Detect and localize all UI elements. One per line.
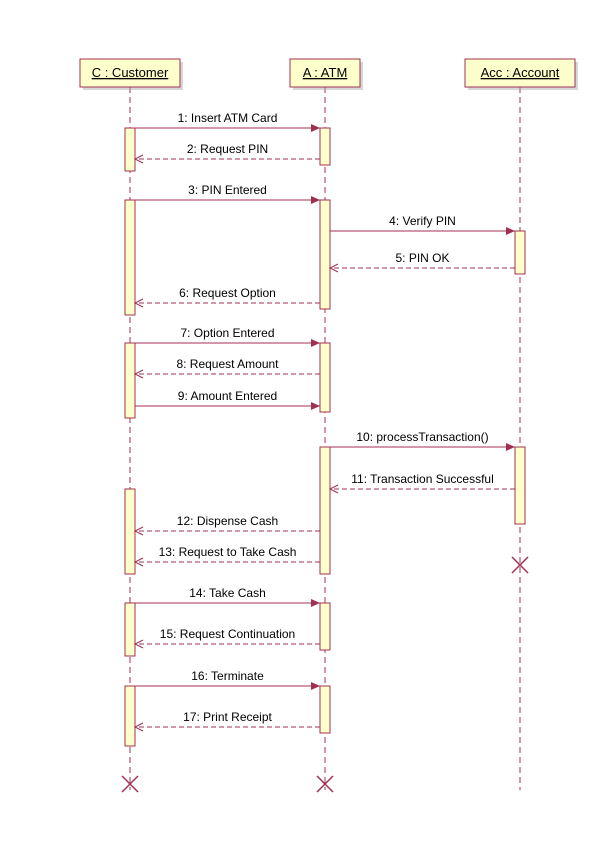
participant-label-C: C : Customer xyxy=(92,65,169,80)
message-label-16: 16: Terminate xyxy=(191,669,264,683)
message-label-4: 4: Verify PIN xyxy=(389,214,456,228)
arrowhead-16 xyxy=(311,682,320,690)
activation-C-0 xyxy=(125,128,135,171)
message-label-14: 14: Take Cash xyxy=(189,586,266,600)
message-label-8: 8: Request Amount xyxy=(176,357,279,371)
activation-C-12 xyxy=(125,686,135,746)
activation-Acc-8 xyxy=(515,447,525,524)
message-label-15: 15: Request Continuation xyxy=(160,627,295,641)
activation-A-1 xyxy=(320,128,330,165)
message-label-13: 13: Request to Take Cash xyxy=(159,545,297,559)
arrowhead-9 xyxy=(311,402,320,410)
arrowhead-7 xyxy=(311,339,320,347)
arrowhead-1 xyxy=(311,124,320,132)
message-label-7: 7: Option Entered xyxy=(180,326,274,340)
message-label-11: 11: Transaction Successful xyxy=(351,472,494,486)
message-label-2: 2: Request PIN xyxy=(187,142,268,156)
arrowhead-10 xyxy=(506,443,515,451)
arrowhead-3 xyxy=(311,196,320,204)
activation-Acc-4 xyxy=(515,231,525,274)
sequence-diagram: C : Customer A : ATM Acc : Account 1: Inser… xyxy=(0,0,603,841)
message-label-10: 10: processTransaction() xyxy=(356,430,488,444)
activation-A-3 xyxy=(320,200,330,309)
activation-A-11 xyxy=(320,603,330,650)
activation-C-9 xyxy=(125,489,135,574)
activation-C-5 xyxy=(125,343,135,418)
activation-A-13 xyxy=(320,686,330,733)
participant-label-A: A : ATM xyxy=(303,65,348,80)
message-label-6: 6: Request Option xyxy=(179,286,276,300)
message-label-12: 12: Dispense Cash xyxy=(177,514,278,528)
arrowhead-4 xyxy=(506,227,515,235)
activation-C-10 xyxy=(125,603,135,656)
participant-label-Acc: Acc : Account xyxy=(481,65,560,80)
activation-A-7 xyxy=(320,447,330,574)
message-label-9: 9: Amount Entered xyxy=(178,389,277,403)
message-label-5: 5: PIN OK xyxy=(395,251,449,265)
message-label-1: 1: Insert ATM Card xyxy=(178,111,278,125)
activation-A-6 xyxy=(320,343,330,412)
activation-C-2 xyxy=(125,200,135,315)
arrowhead-14 xyxy=(311,599,320,607)
message-label-3: 3: PIN Entered xyxy=(188,183,267,197)
message-label-17: 17: Print Receipt xyxy=(183,710,272,724)
